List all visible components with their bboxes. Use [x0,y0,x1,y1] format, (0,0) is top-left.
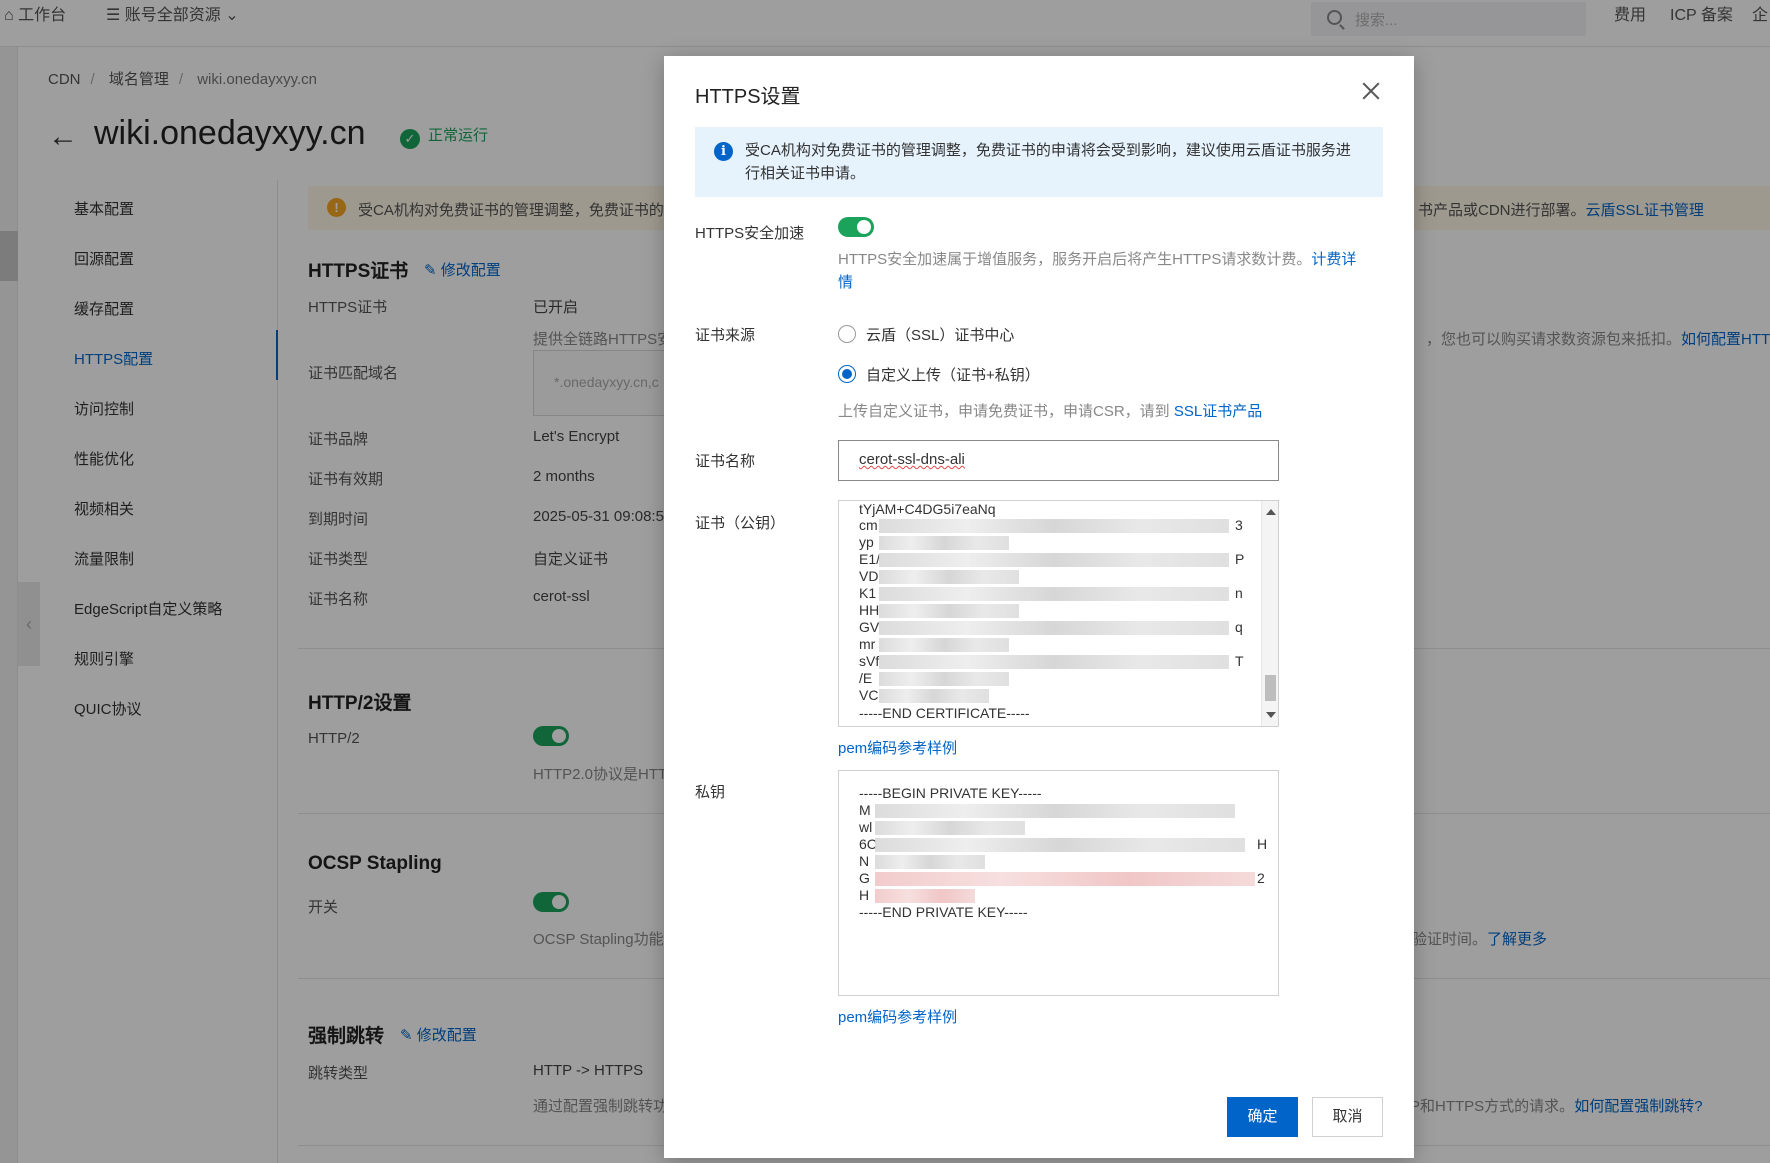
dialog-title: HTTPS设置 [695,86,801,108]
cert-public-key-textarea[interactable]: tYjAM+C4DG5i7eaNq cm yp E1/ VD K1 HH GV … [838,500,1279,727]
https-settings-dialog: HTTPS设置 i 受CA机构对免费证书的管理调整，免费证书的申请将会受到影响，… [664,56,1414,1158]
confirm-button[interactable]: 确定 [1227,1097,1298,1137]
cert-line: VC [859,687,879,703]
redaction-blur [875,838,1245,852]
info-icon: i [714,142,733,161]
key-line: N [859,853,870,869]
cert-name-input[interactable]: cerot-ssl-dns-ali [838,440,1279,481]
redaction-blur [879,519,1229,533]
cert-public-key-label: 证书（公钥） [695,515,786,532]
redaction-blur [875,821,1025,835]
radio-label: 自定义上传（证书+私钥） [866,367,1040,384]
redaction-blur [879,689,989,703]
redaction-blur [879,655,1229,669]
redaction-blur [879,553,1229,567]
cert-line: sVf [859,653,880,669]
cert-line-tail: n [1235,585,1243,601]
private-key-label: 私钥 [695,784,726,801]
cert-line-tail: P [1235,551,1245,567]
cert-line: yp [859,534,874,550]
cert-name-value: cerot-ssl-dns-ali [859,451,965,468]
redaction-blur [879,587,1229,601]
key-line: wl [859,819,873,835]
cert-source-label: 证书来源 [695,327,756,344]
cert-line-tail: q [1235,619,1243,635]
redaction-blur [879,570,1019,584]
cert-line: -----END CERTIFICATE----- [859,705,1030,721]
scroll-thumb[interactable] [1265,675,1276,701]
radio-label: 云盾（SSL）证书中心 [866,327,1015,344]
cert-name-label: 证书名称 [695,453,756,470]
https-accel-desc: HTTPS安全加速属于增值服务，服务开启后将产生HTTPS请求数计费。计费详情 [838,251,1357,291]
key-line-tail: H [1257,836,1268,852]
cert-source-desc: 上传自定义证书，申请免费证书，申请CSR，请到 SSL证书产品 [838,403,1263,420]
redaction-blur [879,621,1229,635]
radio-button-selected[interactable] [838,365,856,383]
https-accel-toggle[interactable] [838,217,874,237]
key-line-tail: 2 [1257,870,1265,886]
key-line: -----BEGIN PRIVATE KEY----- [859,785,1042,801]
cert-line-tail: 3 [1235,517,1243,533]
private-key-textarea[interactable]: -----BEGIN PRIVATE KEY----- M wl 6C N G … [838,770,1279,996]
ssl-product-link[interactable]: SSL证书产品 [1174,403,1262,420]
redaction-blur [875,804,1235,818]
info-text: 受CA机构对免费证书的管理调整，免费证书的申请将会受到影响，建议使用云盾证书服务… [745,142,1351,182]
close-icon[interactable] [1356,76,1386,106]
cert-line: K1 [859,585,877,601]
redaction-blur [875,889,975,903]
redaction-blur [875,872,1255,886]
scroll-down-icon[interactable] [1266,712,1276,718]
scroll-up-icon[interactable] [1266,509,1276,515]
cert-line: VD [859,568,879,584]
cert-line: HH [859,602,880,618]
info-banner: i 受CA机构对免费证书的管理调整，免费证书的申请将会受到影响，建议使用云盾证书… [695,127,1383,197]
https-accel-label: HTTPS安全加速 [695,225,805,242]
cert-line: E1/ [859,551,881,567]
pem-example-link-2[interactable]: pem编码参考样例 [838,1006,957,1027]
redaction-blur [879,536,1009,550]
pem-example-link[interactable]: pem编码参考样例 [838,737,957,758]
redaction-blur [879,604,1019,618]
key-line: H [859,887,870,903]
cert-line-tail: T [1235,653,1244,669]
key-line: -----END PRIVATE KEY----- [859,904,1028,920]
cert-line: mr [859,636,876,652]
key-line: G [859,870,870,886]
key-line: M [859,802,871,818]
cert-line: cm [859,517,878,533]
cert-line: GV [859,619,880,635]
redaction-blur [875,855,985,869]
redaction-blur [879,638,1009,652]
cert-line: /E [859,670,873,686]
cancel-button[interactable]: 取消 [1312,1097,1383,1137]
textarea-scrollbar[interactable] [1261,501,1278,726]
redaction-blur [879,672,1009,686]
radio-button[interactable] [838,325,856,343]
cert-line: tYjAM+C4DG5i7eaNq [859,501,996,517]
